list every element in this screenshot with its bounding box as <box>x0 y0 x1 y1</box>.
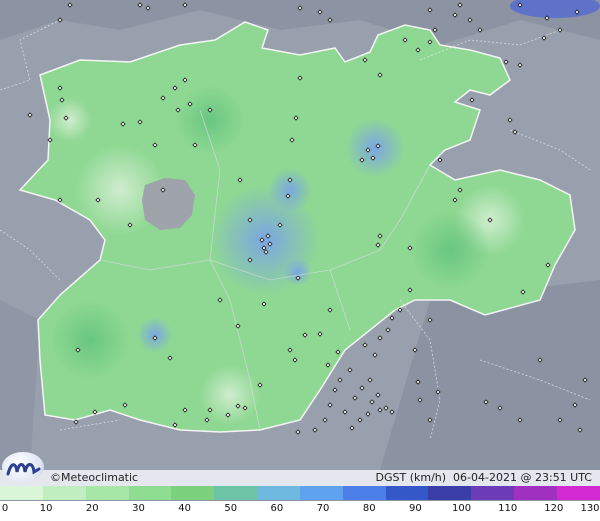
legend-title: DGST (km/h) 06-04-2021 @ 23:51 UTC <box>375 471 593 484</box>
color-scale-segment <box>171 486 215 500</box>
color-scale-tick-label: 20 <box>85 503 99 514</box>
color-scale-segment <box>342 486 386 500</box>
map-date: 06-04-2021 <box>453 471 517 484</box>
weather-map: ©Meteoclimatic DGST (km/h) 06-04-2021 @ … <box>0 0 600 521</box>
color-scale-segment <box>385 486 429 500</box>
variable-label: DGST (km/h) <box>375 471 447 484</box>
color-scale-segment <box>214 486 258 500</box>
color-scale-segment <box>299 486 343 500</box>
color-scale-tick-label: 110 <box>498 503 518 514</box>
color-scale-bar <box>0 486 600 500</box>
color-scale-segment <box>128 486 172 500</box>
map-canvas <box>0 0 600 470</box>
color-scale-segment <box>42 486 86 500</box>
color-scale-tick-label: 120 <box>544 503 564 514</box>
color-scale-segment <box>471 486 515 500</box>
color-scale-tick-label: 70 <box>316 503 330 514</box>
color-scale-tick-label: 10 <box>39 503 53 514</box>
color-scale-tick-label: 60 <box>270 503 284 514</box>
credit-text: ©Meteoclimatic <box>50 471 139 484</box>
color-scale-tick-label: 130 <box>580 503 600 514</box>
color-scale-segment <box>85 486 129 500</box>
color-scale-tick-label: 0 <box>1 503 9 514</box>
color-scale-tick-label: 30 <box>132 503 145 514</box>
color-scale-segment <box>257 486 300 500</box>
map-time: 23:51 UTC <box>534 471 592 484</box>
color-scale-segment <box>514 486 557 500</box>
color-scale-tick-label: 40 <box>178 503 191 514</box>
color-scale-tick-label: 50 <box>224 503 238 514</box>
color-scale-ticks: 0 10 20 30 40 50 60 70 80 90 100 110 120 130 <box>0 501 600 521</box>
color-scale-segment <box>0 486 43 500</box>
color-scale-segment <box>428 486 472 500</box>
color-scale-tick-label: 100 <box>451 503 472 514</box>
color-scale-tick-label: 80 <box>362 503 376 514</box>
color-scale-segment <box>556 486 600 500</box>
meteoclimatic-logo <box>2 452 44 482</box>
color-scale-tick-label: 90 <box>409 503 422 514</box>
